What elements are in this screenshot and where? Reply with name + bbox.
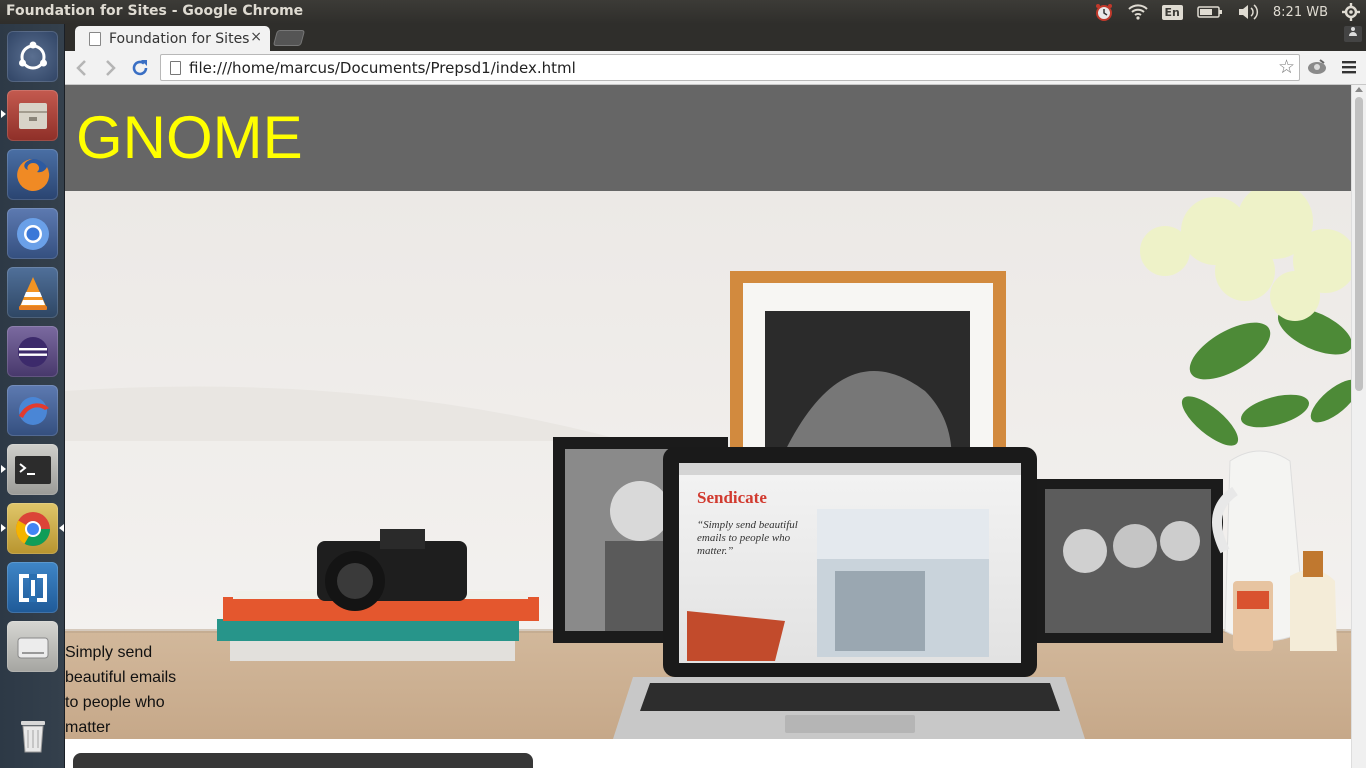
menu-icon[interactable] <box>1337 55 1361 79</box>
hero-image: Sendicate “Simply send beautiful emails … <box>65 191 1351 739</box>
address-url: file:///home/marcus/Documents/Prepsd1/in… <box>189 58 576 77</box>
tagline-line: matter <box>65 719 111 736</box>
next-section <box>65 739 1351 768</box>
tab-close-icon[interactable]: × <box>250 29 262 45</box>
ubuntu-dash-icon[interactable] <box>7 31 58 82</box>
new-tab-button[interactable] <box>272 30 306 46</box>
scroll-up-icon[interactable] <box>1355 87 1363 92</box>
vlc-icon[interactable] <box>7 267 58 318</box>
running-indicator <box>1 465 6 473</box>
tab-strip: Foundation for Sites × <box>65 24 1366 51</box>
profile-icon[interactable] <box>1344 26 1362 42</box>
tagline-line: Simply send <box>65 644 153 661</box>
battery-icon[interactable] <box>1197 0 1223 24</box>
vertical-scrollbar[interactable] <box>1351 85 1366 768</box>
running-indicator <box>1 110 6 118</box>
page-viewport: GNOME Sendicate “Simply send beautiful e… <box>65 85 1351 768</box>
forward-icon[interactable] <box>99 56 123 80</box>
screen-quote: “Simply send beautiful emails to people … <box>697 519 798 557</box>
bookmark-star-icon[interactable]: ☆ <box>1278 56 1295 78</box>
chromium-icon[interactable] <box>7 208 58 259</box>
extension-icon[interactable] <box>1305 55 1329 79</box>
browser-window: Foundation for Sites × file:///home/marc… <box>65 24 1366 768</box>
volume-icon[interactable] <box>1237 0 1259 24</box>
firefox-icon[interactable] <box>7 149 58 200</box>
window-title: Foundation for Sites - Google Chrome <box>6 3 304 19</box>
update-manager-icon[interactable] <box>7 385 58 436</box>
section-heading-cutoff <box>73 753 533 768</box>
settings-gear-icon[interactable] <box>1342 0 1360 24</box>
trash-icon[interactable] <box>7 709 58 760</box>
terminal-icon[interactable] <box>7 444 58 495</box>
hero-photo <box>65 191 1351 739</box>
alarm-clock-icon[interactable] <box>1094 0 1114 24</box>
site-header: GNOME <box>65 85 1351 191</box>
eclipse-icon[interactable] <box>7 326 58 377</box>
page-icon <box>170 60 181 75</box>
address-bar[interactable]: file:///home/marcus/Documents/Prepsd1/in… <box>160 54 1300 81</box>
wifi-icon[interactable] <box>1127 0 1148 24</box>
screen-logo: Sendicate <box>697 488 767 507</box>
reload-icon[interactable] <box>128 56 152 80</box>
tagline-line: beautiful emails <box>65 669 177 686</box>
app-icon[interactable] <box>7 562 58 613</box>
site-brand[interactable]: GNOME <box>76 105 303 171</box>
files-icon[interactable] <box>7 90 58 141</box>
disk-icon[interactable] <box>7 621 58 672</box>
google-chrome-icon[interactable] <box>7 503 58 554</box>
top-panel: Foundation for Sites - Google Chrome En … <box>0 0 1366 24</box>
focused-indicator <box>59 524 64 532</box>
hero-tagline: Simply send beautiful emails to people w… <box>65 640 185 740</box>
scrollbar-thumb[interactable] <box>1355 97 1363 391</box>
launcher <box>0 24 65 768</box>
tab-foundation[interactable]: Foundation for Sites × <box>75 26 270 51</box>
running-indicator <box>1 524 6 532</box>
tab-title: Foundation for Sites <box>109 30 249 47</box>
tagline-line: to people who <box>65 694 165 711</box>
clock[interactable]: 8:21 WB <box>1273 0 1328 24</box>
page-icon <box>89 31 101 46</box>
indicator-area: En 8:21 WB <box>1094 0 1360 24</box>
browser-toolbar: file:///home/marcus/Documents/Prepsd1/in… <box>65 51 1366 85</box>
back-icon[interactable] <box>69 56 93 80</box>
language-indicator[interactable]: En <box>1161 0 1183 24</box>
